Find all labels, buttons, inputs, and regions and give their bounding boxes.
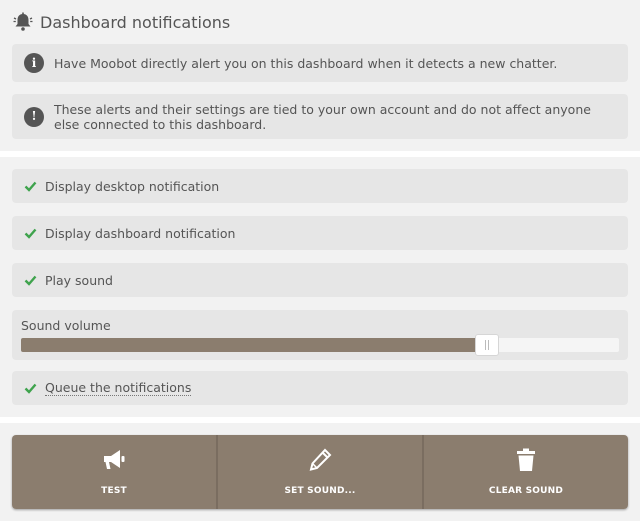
desktop-notification-label: Display desktop notification <box>45 178 220 194</box>
trash-icon <box>515 448 537 476</box>
dashboard-notification-toggle[interactable]: Display dashboard notification <box>12 216 628 250</box>
test-button-label: TEST <box>101 486 127 496</box>
dashboard-notification-label: Display dashboard notification <box>45 225 236 241</box>
bell-icon <box>12 11 34 33</box>
checkmark-icon[interactable] <box>23 179 37 193</box>
sound-volume-panel: Sound volume <box>12 310 628 360</box>
queue-notifications-toggle[interactable]: Queue the notifications <box>12 371 628 405</box>
desktop-notification-toggle[interactable]: Display desktop notification <box>12 169 628 203</box>
info-message-alert: i Have Moobot directly alert you on this… <box>12 44 628 82</box>
page-title: Dashboard notifications <box>40 12 231 32</box>
checkmark-icon[interactable] <box>23 226 37 240</box>
play-sound-label: Play sound <box>45 272 113 288</box>
action-buttons: TEST SET SOUND... CLEAR SOUND <box>12 435 628 509</box>
clear-sound-button-label: CLEAR SOUND <box>488 486 564 496</box>
exclamation-icon: ! <box>24 106 44 127</box>
section-divider <box>0 151 640 160</box>
info-message-text: Have Moobot directly alert you on this d… <box>54 55 558 71</box>
info-message-text: These alerts and their settings are tied… <box>54 101 591 132</box>
checkmark-icon[interactable] <box>23 273 37 287</box>
play-sound-toggle[interactable]: Play sound <box>12 263 628 297</box>
queue-notifications-label: Queue the notifications <box>45 380 192 396</box>
sound-volume-slider[interactable] <box>21 334 619 356</box>
page-header: Dashboard notifications <box>12 8 230 36</box>
test-button[interactable]: TEST <box>12 435 218 509</box>
pencil-icon <box>308 448 332 476</box>
section-divider <box>0 417 640 426</box>
clear-sound-button[interactable]: CLEAR SOUND <box>424 435 628 509</box>
info-message-account: ! These alerts and their settings are ti… <box>12 94 628 139</box>
megaphone-icon <box>101 448 127 476</box>
sound-volume-fill <box>21 338 488 352</box>
sound-volume-handle[interactable] <box>475 334 500 356</box>
sound-volume-label: Sound volume <box>21 318 111 333</box>
set-sound-button[interactable]: SET SOUND... <box>218 435 424 509</box>
set-sound-button-label: SET SOUND... <box>284 486 356 496</box>
checkmark-icon[interactable] <box>23 381 37 395</box>
info-icon: i <box>24 53 44 73</box>
